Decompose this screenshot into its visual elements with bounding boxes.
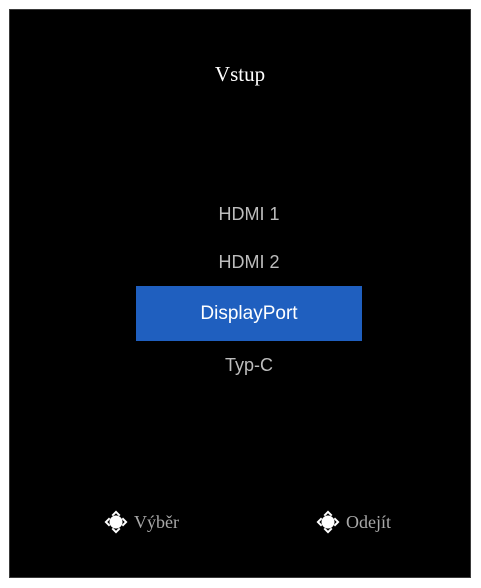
menu-item-hdmi2[interactable]: HDMI 2: [136, 238, 362, 286]
select-hint: Výběr: [102, 507, 179, 537]
menu-title: Vstup: [214, 62, 266, 86]
menu-item-hdmi1[interactable]: HDMI 1: [136, 190, 362, 238]
exit-hint: Odejít: [314, 507, 391, 537]
joystick-left-icon: [316, 510, 340, 534]
select-hint-label: Výběr: [134, 511, 179, 532]
input-source-list: HDMI 1 HDMI 2 DisplayPort Typ-C: [136, 190, 362, 389]
osd-menu-panel: Vstup HDMI 1 HDMI 2 DisplayPort Typ-C Vý…: [9, 9, 471, 578]
menu-item-displayport[interactable]: DisplayPort: [136, 286, 362, 341]
joystick-up-down-icon: [104, 510, 128, 534]
menu-item-typec[interactable]: Typ-C: [136, 341, 362, 389]
exit-hint-label: Odejít: [346, 511, 391, 532]
